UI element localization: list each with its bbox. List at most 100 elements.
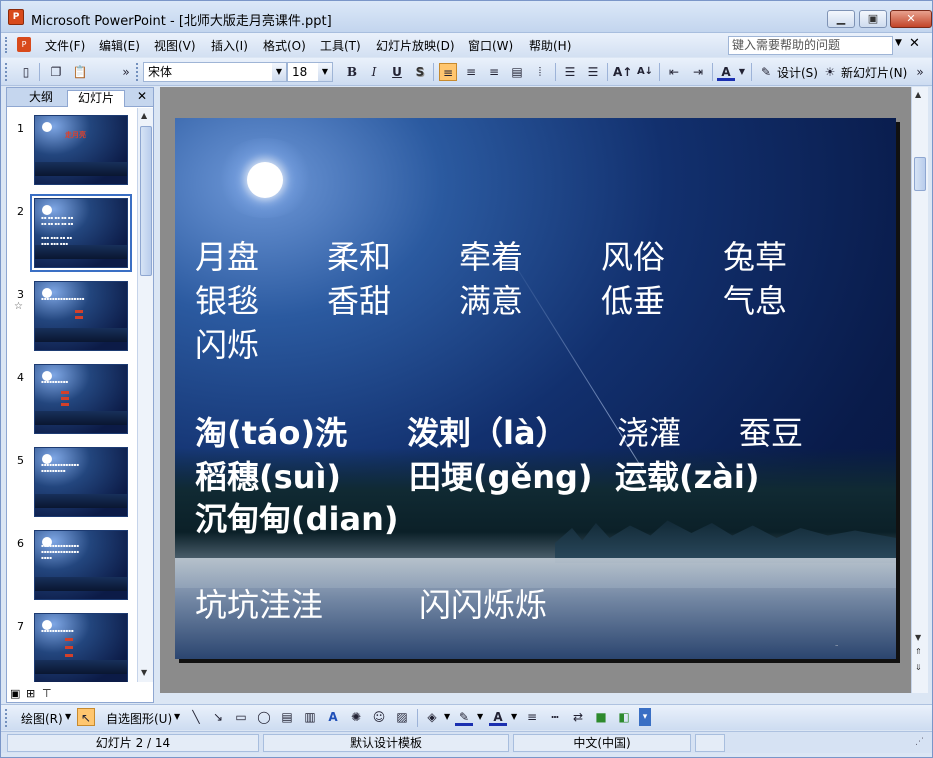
- menu-view[interactable]: 视图(V): [154, 37, 196, 54]
- scroll-down-icon[interactable]: ▼: [141, 668, 147, 677]
- pinyin-word[interactable]: 田埂(gěng): [409, 452, 593, 498]
- wordart-icon[interactable]: A: [324, 708, 342, 726]
- previous-slide-icon[interactable]: ⇑: [915, 647, 922, 656]
- menu-help[interactable]: 帮助(H): [529, 37, 571, 54]
- vocab-word[interactable]: 香甜: [327, 276, 391, 322]
- chevron-down-icon[interactable]: ▼: [318, 63, 332, 81]
- pinyin-word[interactable]: 运载(zài): [615, 452, 759, 498]
- select-cursor-icon[interactable]: ↖: [77, 708, 95, 726]
- diagram-icon[interactable]: ✺: [347, 708, 365, 726]
- chevron-down-icon[interactable]: ▼: [895, 38, 902, 48]
- vocab-word[interactable]: 气息: [723, 276, 787, 322]
- font-name-select[interactable]: 宋体 ▼: [143, 62, 287, 82]
- toolbar-options-icon[interactable]: »: [119, 63, 133, 81]
- draw-menu-button[interactable]: 绘图(R): [21, 710, 63, 727]
- next-slide-icon[interactable]: ⇓: [915, 663, 922, 672]
- line-icon[interactable]: ╲: [187, 708, 205, 726]
- chevron-down-icon[interactable]: ▼: [272, 63, 286, 81]
- vocab-word[interactable]: 牵着: [459, 232, 523, 278]
- decrease-indent-icon[interactable]: ⇤: [665, 63, 683, 81]
- slide-thumbnail-1[interactable]: 走月亮: [34, 115, 128, 185]
- vocab-word[interactable]: 风俗: [601, 232, 665, 278]
- vocab-word[interactable]: 闪烁: [195, 320, 259, 366]
- menu-insert[interactable]: 插入(I): [211, 37, 248, 54]
- document-icon[interactable]: P: [17, 37, 31, 52]
- pinyin-word[interactable]: 稻穗(suì): [195, 452, 341, 498]
- slide-thumbnail-2[interactable]: ▪▪ ▪▪ ▪▪ ▪▪ ▪▪ ▪▪ ▪▪ ▪▪ ▪▪ ▪▪ ▪▪▪ ▪▪▪ ▪▪…: [30, 194, 132, 272]
- new-document-icon[interactable]: ▯: [17, 63, 35, 81]
- close-button[interactable]: ✕: [890, 10, 932, 28]
- shadow-style-icon[interactable]: ■: [592, 708, 610, 726]
- arrow-style-icon[interactable]: ⇄: [569, 708, 587, 726]
- slide-thumbnail-3[interactable]: ▪▪▪▪▪▪▪▪▪▪▪▪▪▪▪▪: [34, 281, 128, 351]
- chevron-down-icon[interactable]: ▼: [477, 712, 483, 721]
- decrease-font-icon[interactable]: A↓: [636, 63, 654, 81]
- vocab-word[interactable]: 闪闪烁烁: [419, 580, 547, 626]
- autoshapes-button[interactable]: 自选图形(U): [106, 710, 172, 727]
- design-template-status[interactable]: 默认设计模板: [263, 734, 509, 752]
- vocab-word[interactable]: 坑坑洼洼: [195, 580, 323, 626]
- new-slide-button[interactable]: 新幻灯片(N): [841, 64, 907, 81]
- picture-icon[interactable]: ▨: [393, 708, 411, 726]
- scroll-up-icon[interactable]: ▲: [141, 111, 147, 120]
- dash-style-icon[interactable]: ┅: [546, 708, 564, 726]
- pinyin-word[interactable]: 沉甸甸(dian): [195, 494, 399, 540]
- slide-thumbnail-4[interactable]: ▪▪▪▪▪▪▪▪▪▪: [34, 364, 128, 434]
- clipart-icon[interactable]: ☺: [370, 708, 388, 726]
- shadow-button[interactable]: S: [411, 63, 429, 81]
- menu-edit[interactable]: 编辑(E): [99, 37, 140, 54]
- slide-scrollbar[interactable]: ▲ ▼ ⇑ ⇓: [911, 87, 928, 693]
- menu-tools[interactable]: 工具(T): [320, 37, 361, 54]
- align-left-icon[interactable]: ≡: [439, 63, 457, 81]
- tab-outline[interactable]: 大纲: [19, 90, 63, 107]
- font-color-icon[interactable]: A: [489, 708, 507, 726]
- chevron-down-icon[interactable]: ▼: [65, 712, 71, 721]
- font-size-select[interactable]: 18 ▼: [287, 62, 333, 82]
- textbox-icon[interactable]: ▤: [278, 708, 296, 726]
- scrollbar-thumb[interactable]: [914, 157, 926, 191]
- copy-icon[interactable]: ❐: [47, 63, 65, 81]
- pinyin-word[interactable]: 泼剌（là）: [407, 408, 568, 454]
- vocab-word[interactable]: 低垂: [601, 276, 665, 322]
- line-style-icon[interactable]: ≡: [523, 708, 541, 726]
- toolbar-options-icon[interactable]: »: [913, 63, 927, 81]
- vertical-textbox-icon[interactable]: ▥: [301, 708, 319, 726]
- design-icon[interactable]: ✎: [757, 63, 775, 81]
- slideshow-icon[interactable]: ⊤: [42, 687, 52, 700]
- help-search-input[interactable]: 键入需要帮助的问题: [728, 36, 893, 55]
- vocab-word[interactable]: 兔草: [723, 232, 787, 278]
- rectangle-icon[interactable]: ▭: [232, 708, 250, 726]
- font-color-icon[interactable]: A: [717, 63, 735, 81]
- vocab-word[interactable]: 柔和: [327, 232, 391, 278]
- toolbar-grip[interactable]: [5, 709, 8, 727]
- chevron-down-icon[interactable]: ▼: [444, 712, 450, 721]
- minimize-button[interactable]: ▁: [827, 10, 855, 28]
- close-document-icon[interactable]: ✕: [909, 36, 920, 51]
- vocab-word[interactable]: 银毯: [195, 276, 259, 322]
- numbered-list-icon[interactable]: ☰: [561, 63, 579, 81]
- slide-sorter-icon[interactable]: ⊞: [26, 687, 35, 700]
- resize-grip-icon[interactable]: ⋰: [915, 737, 924, 747]
- toolbar-grip[interactable]: [5, 63, 8, 81]
- chevron-down-icon[interactable]: ▼: [174, 712, 180, 721]
- slide-thumbnail-6[interactable]: ▪▪▪▪▪▪▪▪▪▪▪▪▪▪ ▪▪▪▪▪▪▪▪▪▪▪▪▪▪ ▪▪▪▪: [34, 530, 128, 600]
- paste-icon[interactable]: 📋: [71, 63, 89, 81]
- align-center-icon[interactable]: ≡: [462, 63, 480, 81]
- underline-button[interactable]: U: [388, 63, 406, 81]
- arrow-icon[interactable]: ↘: [209, 708, 227, 726]
- toolbar-grip[interactable]: [136, 63, 139, 81]
- slide-canvas[interactable]: ~ 月盘 柔和 牵着 风俗 兔草 银毯 香甜 满意 低垂 气息 闪烁 淘(táo…: [175, 118, 896, 659]
- vocab-word[interactable]: 月盘: [195, 232, 259, 278]
- vocab-word[interactable]: 浇灌: [617, 408, 681, 454]
- normal-view-icon[interactable]: ▣: [10, 687, 20, 700]
- bullet-list-icon[interactable]: ☰: [584, 63, 602, 81]
- align-right-icon[interactable]: ≡: [485, 63, 503, 81]
- slide-thumbnail-5[interactable]: ▪▪▪▪▪▪▪▪▪▪▪▪▪▪ ▪▪▪▪▪▪▪▪▪: [34, 447, 128, 517]
- 3d-style-icon[interactable]: ◧: [615, 708, 633, 726]
- vocab-word[interactable]: 满意: [459, 276, 523, 322]
- pinyin-word[interactable]: 淘(táo)洗: [195, 408, 347, 454]
- scrollbar-thumb[interactable]: [140, 126, 152, 276]
- chevron-down-icon[interactable]: ▼: [737, 63, 747, 81]
- menu-grip[interactable]: [5, 37, 8, 53]
- scroll-up-icon[interactable]: ▲: [915, 90, 921, 99]
